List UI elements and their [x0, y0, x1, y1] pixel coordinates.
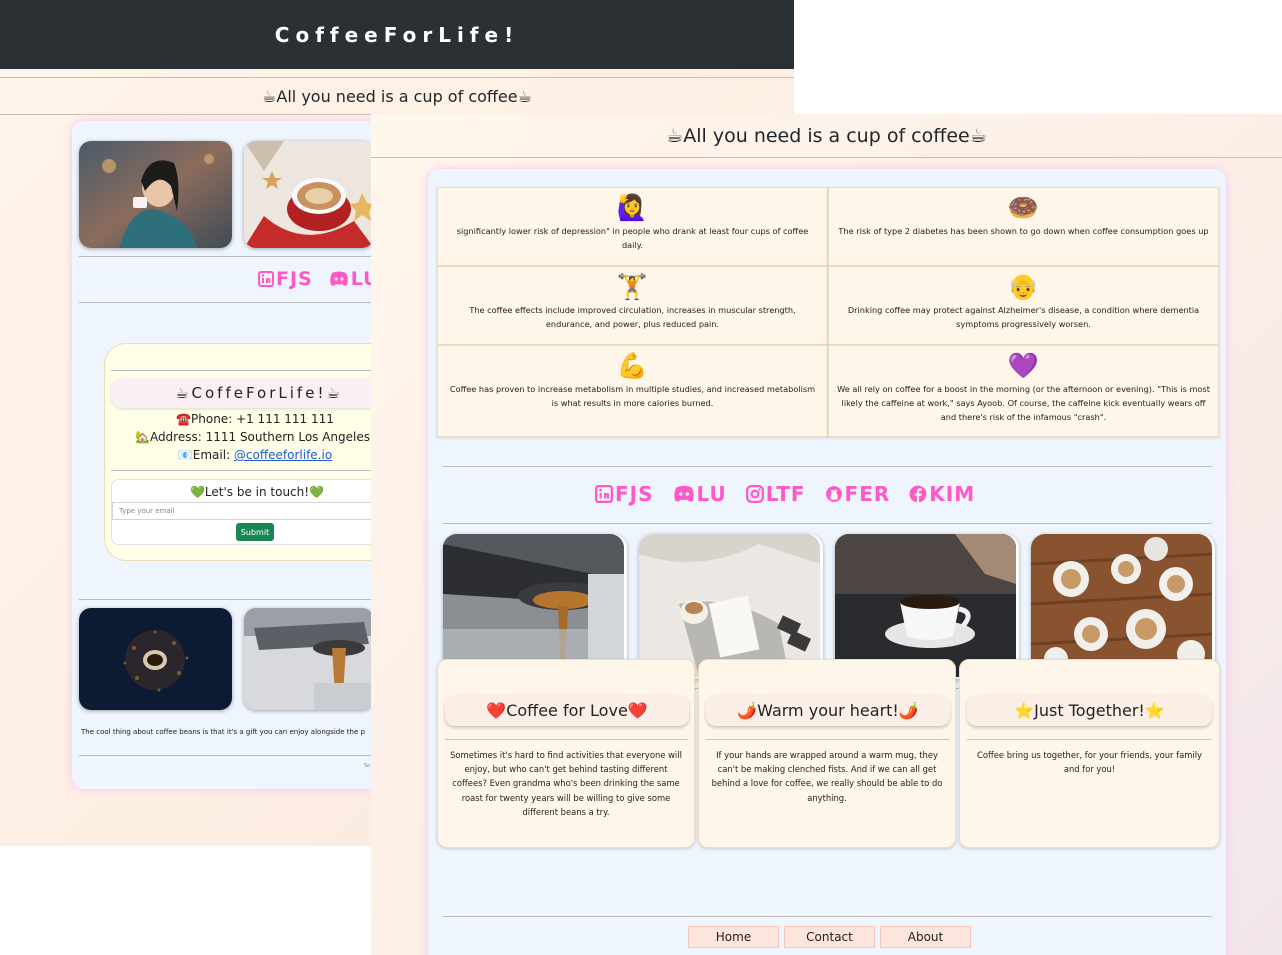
- instagram-icon: [745, 485, 764, 503]
- slogan-text: ☕All you need is a cup of coffee☕: [666, 124, 987, 147]
- subscribe-form: 💚Let's be in touch!💚 Type your email Sub…: [111, 479, 403, 545]
- email-label: 📧Email:: [177, 448, 234, 462]
- photo-frame: [1031, 534, 1215, 679]
- fact-text: significantly lower risk of depression" …: [456, 226, 809, 250]
- woman-raising-hand-icon: 🙋‍♀️: [616, 193, 649, 222]
- divider: [79, 599, 379, 600]
- divider: [111, 370, 401, 371]
- linkedin-icon: [258, 271, 274, 287]
- subscribe-title: 💚Let's be in touch!💚: [189, 485, 325, 499]
- fact-card: 🍩 The risk of type 2 diabetes has been s…: [828, 187, 1219, 266]
- feature-text: If your hands are wrapped around a warm …: [711, 750, 943, 803]
- cappuccino-christmas-photo: [244, 141, 374, 248]
- contact-link[interactable]: Contact: [784, 926, 875, 948]
- divider: [967, 739, 1212, 740]
- facebook-label: KIM: [929, 482, 976, 506]
- divider: [79, 302, 379, 303]
- linkedin-link[interactable]: FJS: [258, 268, 313, 290]
- feature-title: ❤️Coffee for Love❤️: [445, 695, 689, 726]
- email-link[interactable]: @coffeeforlife.io: [234, 448, 332, 462]
- discord-icon: [673, 485, 694, 502]
- facebook-icon: [909, 485, 927, 503]
- feature-card: ⭐Just Together!⭐ Coffee bring us togethe…: [959, 659, 1220, 848]
- espresso-machine-photo: [244, 608, 374, 710]
- facebook-link[interactable]: KIM: [909, 482, 975, 506]
- coffee-in-bed-photo: [639, 534, 820, 677]
- fact-card: 🏋️ The coffee effects include improved c…: [437, 266, 828, 345]
- top-navbar: CoffeeForLife!: [0, 0, 794, 69]
- divider: [79, 256, 379, 257]
- purple-heart-icon: 💜: [1007, 351, 1040, 380]
- contact-address: 🏡Address: 1111 Southern Los Angeles, 777…: [135, 430, 409, 444]
- linkedin-label: FJS: [276, 268, 313, 290]
- photo-frame: [639, 534, 823, 679]
- divider: [111, 470, 401, 471]
- divider: [443, 523, 1212, 524]
- submit-button[interactable]: Submit: [236, 523, 274, 541]
- social-links: FJS LU LTF FER KIM: [595, 482, 975, 506]
- feature-card: ❤️Coffee for Love❤️ Sometimes it's hard …: [437, 659, 695, 848]
- coffee-cup-dark-photo: [79, 608, 232, 710]
- feature-title: 🌶️Warm your heart!🌶️: [706, 695, 950, 726]
- contact-title: ☕CoffeForLife!☕: [111, 378, 407, 408]
- home-link[interactable]: Home: [688, 926, 779, 948]
- coffee-table-photo: [1031, 534, 1212, 677]
- feature-text: Coffee bring us together, for your frien…: [976, 750, 1202, 775]
- slogan-text: ☕All you need is a cup of coffee☕: [262, 86, 532, 106]
- brand-title[interactable]: CoffeeForLife!: [275, 23, 519, 47]
- discord-link[interactable]: LU: [673, 482, 727, 506]
- divider: [79, 755, 379, 756]
- footer-text: So: [364, 763, 371, 769]
- discord-label: LU: [696, 482, 727, 506]
- contact-card: ☕CoffeForLife!☕ ☎️Phone: +1 111 111 111 …: [104, 343, 409, 561]
- footer-nav: Home Contact About: [688, 926, 971, 948]
- coffee-cup-saucer-photo: [835, 534, 1016, 677]
- divider: [445, 739, 688, 740]
- instagram-label: LTF: [765, 482, 806, 506]
- fact-text: The coffee effects include improved circ…: [469, 305, 796, 329]
- beans-text: The cool thing about coffee beans is tha…: [81, 728, 365, 736]
- instagram-link[interactable]: LTF: [745, 482, 806, 506]
- fact-card: 💜 We all rely on coffee for a boost in t…: [828, 345, 1219, 437]
- feature-title: ⭐Just Together!⭐: [967, 695, 1212, 726]
- contact-email-line: 📧Email: @coffeeforlife.io: [105, 448, 405, 462]
- fact-card: 👴 Drinking coffee may protect against Al…: [828, 266, 1219, 345]
- woman-drinking-coffee-photo: [79, 141, 232, 248]
- fact-card: 💪 Coffee has proven to increase metaboli…: [437, 345, 828, 437]
- flexed-biceps-icon: 💪: [616, 351, 649, 380]
- linkedin-icon: [595, 485, 613, 503]
- fact-text: Coffee has proven to increase metabolism…: [449, 384, 816, 408]
- divider: [706, 739, 949, 740]
- espresso-pour-photo: [443, 534, 624, 677]
- back-social-links: FJS LU: [258, 268, 380, 290]
- linkedin-label: FJS: [615, 482, 654, 506]
- weight-lifter-icon: 🏋️: [616, 272, 649, 301]
- photo-frame: [443, 534, 627, 679]
- slogan-bar: ☕All you need is a cup of coffee☕: [0, 77, 794, 115]
- old-man-icon: 👴: [1007, 272, 1040, 301]
- divider: [443, 916, 1212, 917]
- doughnut-icon: 🍩: [1007, 193, 1040, 222]
- feature-card: 🌶️Warm your heart!🌶️ If your hands are w…: [698, 659, 956, 848]
- photo-frame: [835, 534, 1019, 679]
- about-link[interactable]: About: [880, 926, 971, 948]
- github-link[interactable]: FER: [825, 482, 891, 506]
- divider: [443, 466, 1212, 467]
- discord-icon: [329, 271, 348, 286]
- subscribe-email-input[interactable]: Type your email: [112, 502, 400, 520]
- github-icon: [825, 486, 842, 502]
- contact-phone: ☎️Phone: +1 111 111 111: [176, 412, 334, 426]
- slogan-bar: ☕All you need is a cup of coffee☕: [371, 114, 1282, 158]
- front-window: ☕All you need is a cup of coffee☕ 🙋‍♀️ s…: [371, 114, 1282, 955]
- github-label: FER: [844, 482, 891, 506]
- fact-text: We all rely on coffee for a boost in the…: [837, 384, 1210, 422]
- linkedin-link[interactable]: FJS: [595, 482, 654, 506]
- fact-text: Drinking coffee may protect against Alzh…: [847, 305, 1200, 329]
- feature-text: Sometimes it's hard to find activities t…: [450, 750, 682, 817]
- fact-text: The risk of type 2 diabetes has been sho…: [838, 226, 1209, 236]
- fact-card: 🙋‍♀️ significantly lower risk of depress…: [437, 187, 828, 266]
